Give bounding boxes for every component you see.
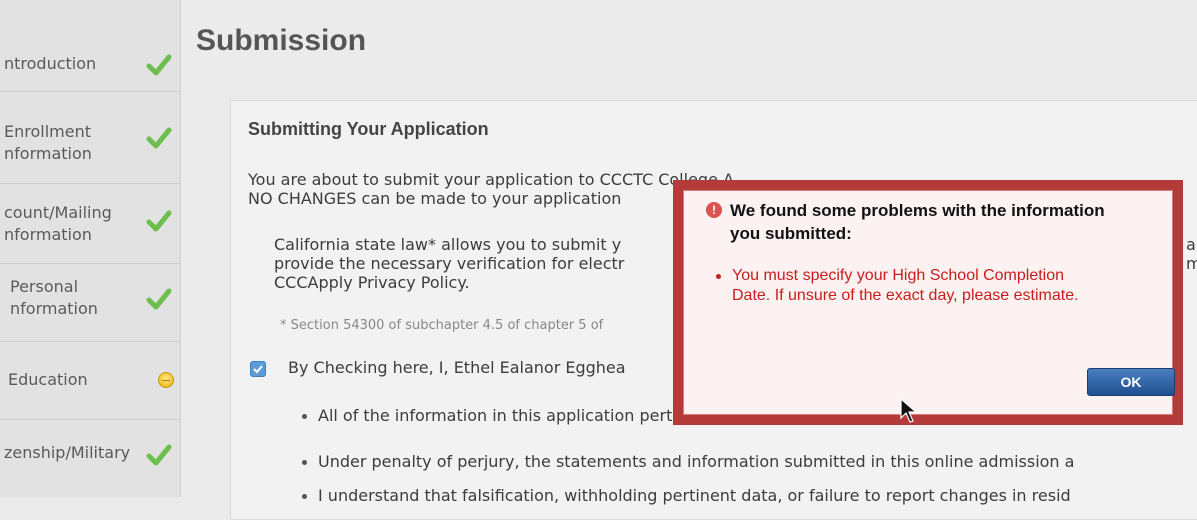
mouse-cursor-icon (900, 398, 918, 423)
sidebar-item-enrollment[interactable]: Enrollment nformation (0, 92, 180, 184)
law-text-line: California state law* allows you to subm… (274, 235, 622, 254)
ok-button[interactable]: OK (1087, 368, 1175, 396)
sidebar-item-introduction[interactable]: ntroduction (0, 38, 180, 92)
list-item: Under penalty of perjury, the statements… (318, 452, 1075, 471)
in-progress-icon (158, 372, 174, 388)
checkbox-label: By Checking here, I, Ethel Ealanor Egghe… (288, 358, 626, 377)
law-text-line: provide the necessary verification for e… (274, 254, 625, 273)
error-message: You must specify your High School Comple… (732, 267, 1079, 304)
dialog-heading: We found some problems with the informat… (730, 201, 1105, 243)
check-icon (146, 210, 172, 232)
list-item: I understand that falsification, withhol… (318, 486, 1071, 505)
intro-line: You are about to submit your application… (248, 170, 739, 189)
section-title: Submitting Your Application (248, 119, 489, 139)
sidebar-item-education[interactable]: Education (0, 342, 180, 420)
sidebar-item-label: Personal nformation (10, 277, 98, 318)
check-icon (146, 127, 172, 149)
bullet-dot (716, 274, 721, 279)
footnote: * Section 54300 of subchapter 4.5 of cha… (280, 318, 604, 333)
intro-line: NO CHANGES can be made to your applicati… (248, 189, 622, 208)
check-icon (146, 54, 172, 76)
certify-checkbox[interactable] (250, 361, 266, 377)
law-text-line: CCCApply Privacy Policy. (274, 273, 470, 292)
bullet-dot (302, 460, 307, 465)
sidebar-item-label: zenship/Military (4, 443, 131, 462)
sidebar-item-label: Enrollment nformation (4, 122, 92, 163)
checkmark-icon (253, 365, 263, 374)
sidebar-item-citizenship-military[interactable]: zenship/Military (0, 420, 180, 497)
page-title: Submission (196, 24, 367, 57)
law-text-overflow: m (1186, 254, 1197, 273)
error-icon: ! (706, 202, 722, 218)
bullet-dot (302, 414, 307, 419)
sidebar-item-label: Education (8, 370, 88, 389)
sidebar-item-account-mailing[interactable]: count/Mailing nformation (0, 184, 180, 264)
check-icon (146, 444, 172, 466)
error-dialog-frame: ! We found some problems with the inform… (673, 180, 1183, 425)
sidebar-nav: ntroduction Enrollment nformation count/… (0, 0, 181, 497)
sidebar-item-label: ntroduction (4, 54, 97, 73)
sidebar-item-personal[interactable]: Personal nformation (0, 264, 180, 342)
check-icon (146, 288, 172, 310)
sidebar-item-label: count/Mailing nformation (4, 203, 112, 244)
error-dialog: ! We found some problems with the inform… (683, 190, 1175, 415)
law-text-overflow: a (1186, 235, 1196, 254)
